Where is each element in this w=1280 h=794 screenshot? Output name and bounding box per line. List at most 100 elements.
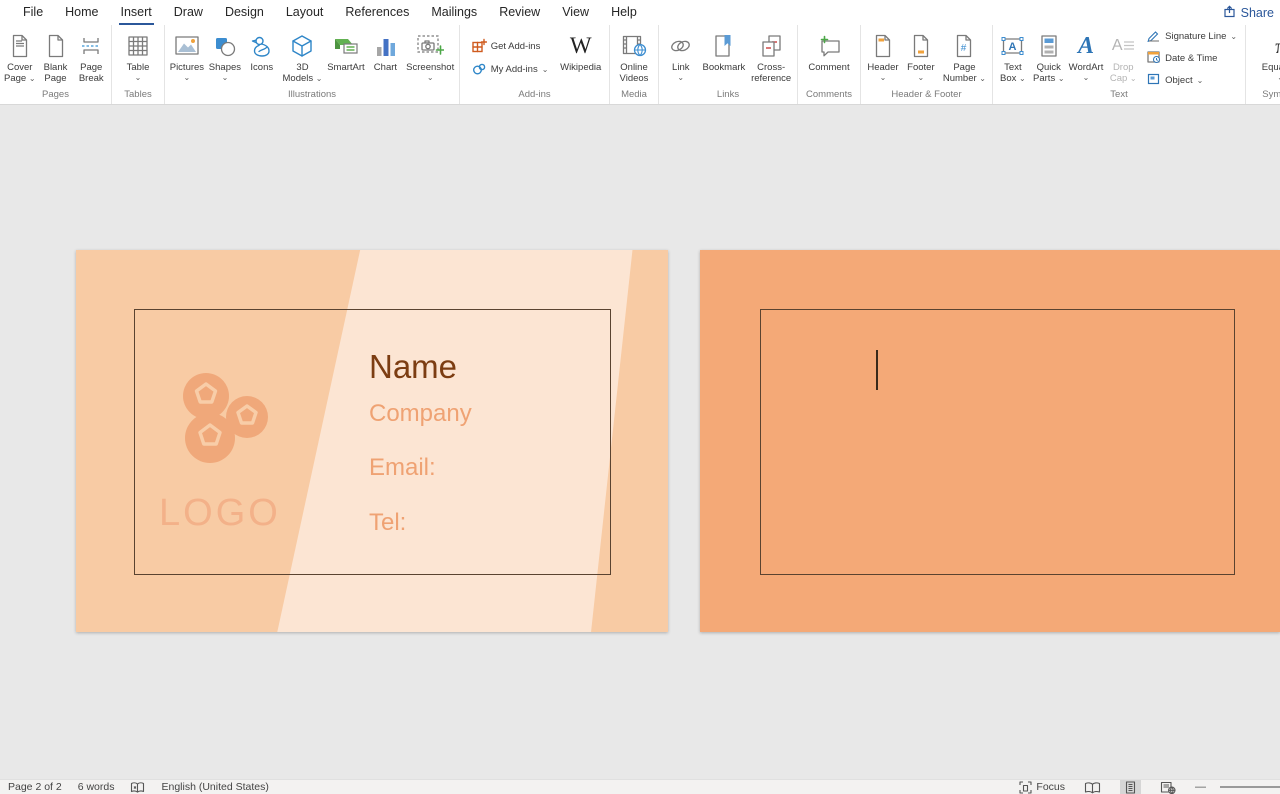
cross-reference-icon (760, 30, 783, 62)
tab-draw[interactable]: Draw (172, 0, 205, 25)
wordart-button[interactable]: A WordArt ⌄ (1069, 27, 1104, 89)
wordart-icon: A (1078, 33, 1094, 60)
online-videos-button[interactable]: Online Videos (618, 27, 650, 89)
web-layout-icon (1160, 781, 1176, 794)
wikipedia-button[interactable]: W Wikipedia (560, 27, 601, 89)
chevron-down-icon: ⌄ (542, 65, 549, 74)
zoom-slider[interactable] (1220, 786, 1280, 788)
page-2-business-card[interactable] (700, 250, 1280, 632)
chevron-down-icon: ⌄ (316, 74, 323, 83)
my-add-ins-icon (472, 61, 487, 79)
footer-button[interactable]: Footer ⌄ (905, 27, 937, 89)
group-label-text: Text (993, 89, 1245, 104)
group-label-illustrations: Illustrations (165, 89, 459, 104)
tab-design[interactable]: Design (223, 0, 266, 25)
tel-field[interactable]: Tel: (369, 509, 406, 537)
comment-icon (817, 30, 842, 62)
wikipedia-icon: W (570, 33, 592, 59)
ribbon: Cover Page ⌄ Blank Page Page Break Pages… (0, 25, 1280, 105)
ribbon-group-tables: Table ⌄ Tables (112, 25, 165, 104)
web-layout-button[interactable] (1155, 780, 1181, 794)
word-count[interactable]: 6 words (78, 781, 115, 793)
date-time-button[interactable]: Date & Time (1147, 50, 1237, 67)
tab-review[interactable]: Review (497, 0, 542, 25)
group-label-links: Links (659, 89, 797, 104)
date-time-icon (1147, 50, 1161, 67)
tab-layout[interactable]: Layout (284, 0, 326, 25)
page-break-button[interactable]: Page Break (75, 27, 107, 89)
page-1-business-card[interactable]: LOGO Name Company Email: Tel: (76, 250, 668, 632)
share-button[interactable]: Share (1223, 0, 1274, 25)
object-icon (1147, 72, 1161, 89)
print-layout-icon (1125, 781, 1136, 794)
drop-cap-button: A Drop Cap ⌄ (1107, 27, 1139, 89)
group-label-header-footer: Header & Footer (861, 89, 992, 104)
comment-button[interactable]: Comment (808, 27, 849, 89)
group-label-pages: Pages (0, 89, 111, 104)
proofing-errors-icon[interactable] (130, 781, 145, 794)
tab-help[interactable]: Help (609, 0, 639, 25)
svg-text:#: # (961, 43, 967, 54)
name-field[interactable]: Name (369, 348, 457, 386)
menu-bar: File Home Insert Draw Design Layout Refe… (0, 0, 1280, 25)
tab-home[interactable]: Home (63, 0, 100, 25)
signature-line-icon (1147, 28, 1161, 45)
zoom-out-button[interactable]: — (1195, 781, 1206, 793)
header-button[interactable]: Header ⌄ (867, 27, 899, 89)
ribbon-group-symbols: π Equation ⌄ Symbols (1246, 25, 1280, 104)
smartart-icon (333, 30, 359, 62)
group-label-addins: Add-ins (460, 89, 609, 104)
bookmark-button[interactable]: Bookmark (703, 27, 746, 89)
logo-placeholder-text[interactable]: LOGO (159, 492, 281, 535)
ribbon-group-media: Online Videos Media (610, 25, 659, 104)
object-button[interactable]: Object ⌄ (1147, 72, 1237, 89)
language-indicator[interactable]: English (United States) (161, 781, 268, 793)
page-break-icon (80, 30, 102, 62)
3d-models-icon (290, 30, 314, 62)
tab-references[interactable]: References (343, 0, 411, 25)
tab-view[interactable]: View (560, 0, 591, 25)
chevron-down-icon: ⌄ (1058, 74, 1065, 83)
page-number-button[interactable]: # Page Number ⌄ (943, 27, 986, 89)
link-button[interactable]: Link ⌄ (665, 27, 697, 89)
screenshot-icon (417, 30, 444, 62)
chevron-down-icon: ⌄ (1230, 32, 1237, 41)
signature-line-button[interactable]: Signature Line ⌄ (1147, 28, 1237, 45)
text-box-button[interactable]: A Text Box ⌄ (997, 27, 1029, 89)
shapes-button[interactable]: Shapes ⌄ (209, 27, 241, 89)
3d-models-button[interactable]: 3D Models ⌄ (283, 27, 323, 89)
print-layout-button[interactable] (1120, 780, 1141, 794)
quick-parts-button[interactable]: Quick Parts ⌄ (1033, 27, 1065, 89)
chart-button[interactable]: Chart (369, 27, 401, 89)
screenshot-button[interactable]: Screenshot ⌄ (406, 27, 454, 89)
drop-cap-icon: A (1112, 30, 1135, 62)
chevron-down-icon: ⌄ (135, 73, 142, 82)
tab-mailings[interactable]: Mailings (429, 0, 479, 25)
get-add-ins-button[interactable]: Get Add-ins (472, 38, 549, 56)
bookmark-icon (713, 30, 734, 62)
cross-reference-button[interactable]: Cross- reference (751, 27, 791, 89)
document-canvas[interactable]: LOGO Name Company Email: Tel: (0, 105, 1280, 779)
focus-button[interactable]: Focus (1019, 781, 1065, 794)
svg-text:A: A (1009, 41, 1017, 53)
share-icon (1223, 5, 1236, 21)
page-indicator[interactable]: Page 2 of 2 (8, 781, 62, 793)
link-icon (668, 30, 693, 62)
tab-insert[interactable]: Insert (119, 0, 154, 25)
focus-icon (1019, 781, 1032, 794)
email-field[interactable]: Email: (369, 454, 436, 482)
my-add-ins-button[interactable]: My Add-ins ⌄ (472, 61, 549, 79)
table-button[interactable]: Table ⌄ (122, 27, 154, 89)
smartart-button[interactable]: SmartArt (327, 27, 364, 89)
read-mode-button[interactable] (1079, 780, 1106, 794)
icons-button[interactable]: Icons (246, 27, 278, 89)
pictures-button[interactable]: Pictures ⌄ (170, 27, 204, 89)
blank-page-button[interactable]: Blank Page (40, 27, 72, 89)
quick-parts-icon (1039, 30, 1059, 62)
logo-berries-graphic (172, 372, 276, 476)
tab-file[interactable]: File (21, 0, 45, 25)
company-field[interactable]: Company (369, 400, 472, 428)
equation-button[interactable]: π Equation ⌄ (1262, 27, 1280, 89)
cover-page-button[interactable]: Cover Page ⌄ (4, 27, 36, 89)
cover-page-icon (10, 30, 30, 62)
